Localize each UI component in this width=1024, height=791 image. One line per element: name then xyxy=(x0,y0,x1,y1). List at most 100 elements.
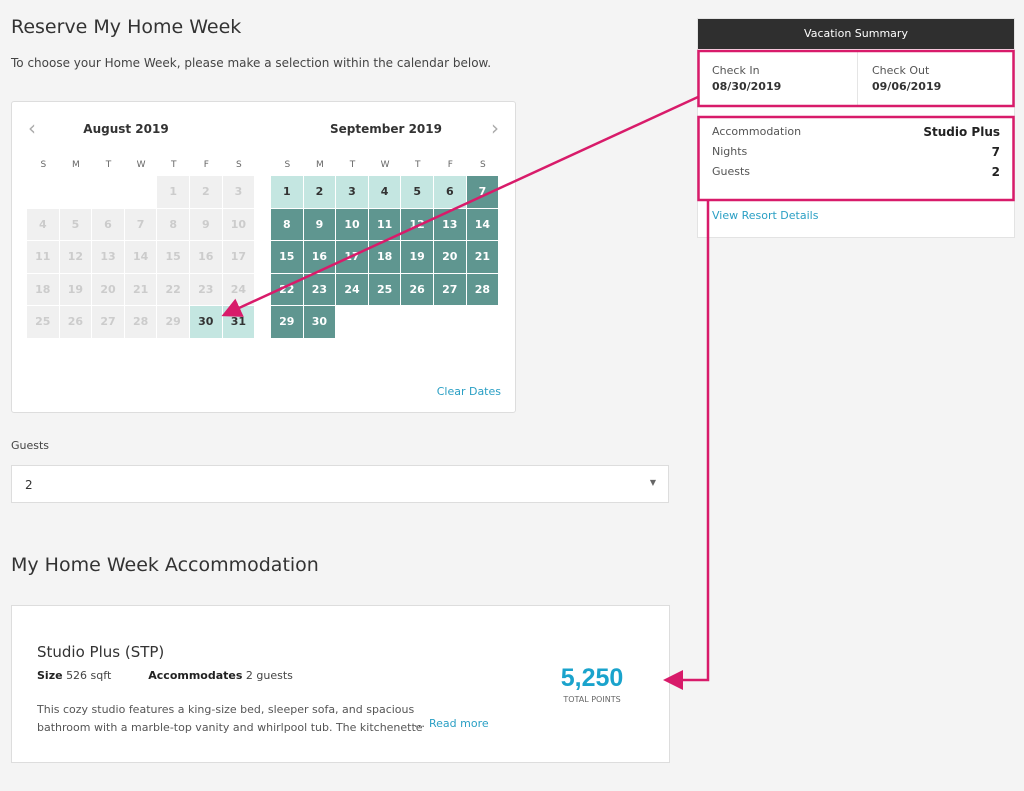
calendar-day-available[interactable]: 29 xyxy=(271,306,303,338)
guests-label: Guests xyxy=(11,439,50,452)
weekday-header: M xyxy=(316,160,324,170)
calendar-day-available[interactable]: 12 xyxy=(401,208,433,241)
calendar-day-available[interactable]: 9 xyxy=(303,208,336,241)
calendar-day-disabled: 4 xyxy=(27,208,59,241)
weekday-header: F xyxy=(447,160,453,170)
weekday-header: T xyxy=(170,160,177,170)
calendar-day-selected[interactable]: 31 xyxy=(222,306,255,338)
calendar-day-disabled: 12 xyxy=(59,241,92,273)
calendar-day-disabled: 8 xyxy=(157,208,189,241)
read-more-link[interactable]: Read more xyxy=(429,717,489,730)
size-value: 526 sqft xyxy=(66,669,112,682)
calendar-day-available[interactable]: 23 xyxy=(303,273,336,306)
calendar-day-disabled: 18 xyxy=(27,273,59,306)
calendar-day-disabled: 3 xyxy=(222,176,255,208)
calendar-day-selected[interactable]: 30 xyxy=(190,306,222,338)
calendar-day-available[interactable]: 28 xyxy=(466,273,499,306)
accommodates-label: Accommodates xyxy=(148,669,243,682)
calendar-day-disabled: 29 xyxy=(157,306,189,338)
calendar-day-available[interactable]: 26 xyxy=(401,273,433,306)
weekday-header: S xyxy=(284,160,291,170)
calendar-day-disabled: 20 xyxy=(92,273,124,306)
divider xyxy=(857,51,858,107)
weekday-header: T xyxy=(414,160,421,170)
calendar-day-disabled: 27 xyxy=(92,306,124,338)
calendar-day-available[interactable]: 16 xyxy=(303,241,336,273)
calendar-day-disabled: 28 xyxy=(124,306,157,338)
month-title-august: August 2019 xyxy=(83,122,169,136)
weekday-header: S xyxy=(40,160,47,170)
month-title-september: September 2019 xyxy=(330,122,442,136)
check-in: Check In 08/30/2019 xyxy=(712,64,781,93)
calendar-day-available[interactable]: 8 xyxy=(271,208,303,241)
calendar-day-disabled: 10 xyxy=(222,208,255,241)
calendar-day-available[interactable]: 20 xyxy=(434,241,466,273)
calendar-day-available[interactable]: 21 xyxy=(466,241,499,273)
calendar-day-available[interactable]: 17 xyxy=(336,241,368,273)
calendar-day-disabled: 11 xyxy=(27,241,59,273)
calendar-day-disabled: 26 xyxy=(59,306,92,338)
accommodation-row: Accommodation Studio Plus xyxy=(712,125,1000,139)
accommodation-name: Studio Plus (STP) xyxy=(37,643,165,661)
check-out-value: 09/06/2019 xyxy=(872,80,942,93)
accommodation-section-title: My Home Week Accommodation xyxy=(11,554,319,576)
calendar-day-disabled: 1 xyxy=(157,176,189,208)
calendar-day-selected[interactable]: 3 xyxy=(336,176,368,208)
vacation-summary: Vacation Summary Check In 08/30/2019 Chec… xyxy=(697,18,1015,238)
calendar-day-available[interactable]: 22 xyxy=(271,273,303,306)
points-label: TOTAL POINTS xyxy=(563,695,621,704)
accommodation-meta: Size 526 sqft Accommodates 2 guests xyxy=(37,669,293,682)
calendar-day-disabled: 2 xyxy=(190,176,222,208)
points-value: 5,250 xyxy=(560,664,624,692)
weekday-header: F xyxy=(203,160,209,170)
calendar-day-selected[interactable]: 5 xyxy=(401,176,433,208)
guests-select[interactable]: 2 ▼ xyxy=(11,465,669,503)
accommodates-value: 2 guests xyxy=(245,669,293,682)
calendar-day-disabled: 22 xyxy=(157,273,189,306)
weekday-header: T xyxy=(105,160,112,170)
calendar-day-disabled: 16 xyxy=(190,241,222,273)
row-label: Accommodation xyxy=(712,125,802,138)
calendar-day-selected[interactable]: 1 xyxy=(271,176,303,208)
summary-title: Vacation Summary xyxy=(698,19,1014,49)
calendar-day-disabled: 19 xyxy=(59,273,92,306)
calendar-day-available[interactable]: 7 xyxy=(466,176,499,208)
row-label: Guests xyxy=(712,165,751,178)
calendar-day-selected[interactable]: 4 xyxy=(368,176,401,208)
accommodation-card: Studio Plus (STP) Size 526 sqft Accommod… xyxy=(11,605,670,763)
weekday-header: M xyxy=(72,160,80,170)
calendar-day-disabled: 7 xyxy=(124,208,157,241)
check-in-label: Check In xyxy=(712,64,760,77)
calendar-day-disabled: 6 xyxy=(92,208,124,241)
calendar-day-available[interactable]: 30 xyxy=(303,306,336,338)
guests-value: 2 xyxy=(25,478,33,492)
size-label: Size xyxy=(37,669,63,682)
calendar-day-available[interactable]: 25 xyxy=(368,273,401,306)
view-resort-details-link[interactable]: View Resort Details xyxy=(712,209,818,222)
calendar-day-selected[interactable]: 6 xyxy=(434,176,466,208)
calendar-day-available[interactable]: 14 xyxy=(466,208,499,241)
calendar-day-disabled: 17 xyxy=(222,241,255,273)
calendar-day-available[interactable]: 27 xyxy=(434,273,466,306)
calendar-day-available[interactable]: 19 xyxy=(401,241,433,273)
page-title: Reserve My Home Week xyxy=(11,16,242,38)
total-points: 5,250 TOTAL POINTS xyxy=(542,664,642,704)
calendar-day-disabled: 23 xyxy=(190,273,222,306)
accommodation-description: This cozy studio features a king-size be… xyxy=(37,703,423,734)
calendar-day-selected[interactable]: 2 xyxy=(303,176,336,208)
calendar-day-disabled: 14 xyxy=(124,241,157,273)
row-value: 7 xyxy=(991,145,1000,159)
weekday-header: T xyxy=(349,160,356,170)
check-in-value: 08/30/2019 xyxy=(712,80,782,93)
calendar-day-available[interactable]: 11 xyxy=(368,208,401,241)
calendar: ‹ › August 2019 September 2019 Clear Dat… xyxy=(11,101,516,413)
calendar-day-available[interactable]: 24 xyxy=(336,273,368,306)
calendar-day-available[interactable]: 10 xyxy=(336,208,368,241)
clear-dates-link[interactable]: Clear Dates xyxy=(437,385,501,398)
calendar-day-available[interactable]: 13 xyxy=(434,208,466,241)
ellipsis: … xyxy=(414,717,425,730)
weekday-header: S xyxy=(236,160,242,170)
calendar-day-available[interactable]: 18 xyxy=(368,241,401,273)
calendar-day-disabled: 13 xyxy=(92,241,124,273)
calendar-day-available[interactable]: 15 xyxy=(271,241,303,273)
